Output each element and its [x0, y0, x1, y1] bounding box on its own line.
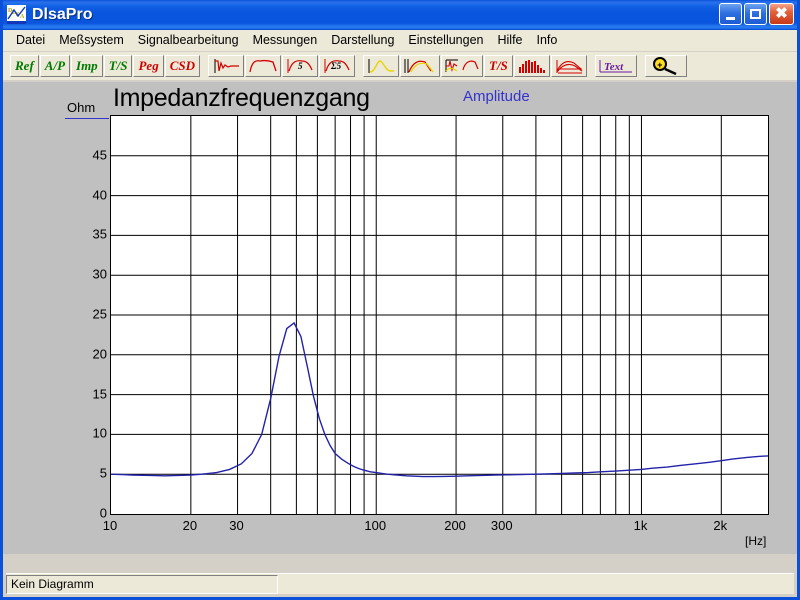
y-tick-label: 45 [92, 147, 107, 163]
ref-button[interactable]: Ref [10, 55, 39, 77]
smoothing-5-icon[interactable]: 5 [282, 55, 318, 77]
x-tick-label: 100 [364, 518, 387, 533]
title-bar: D L S A DlsaPro ✖ [3, 0, 797, 30]
svg-text:5: 5 [298, 61, 303, 71]
frequency-response-icon[interactable] [245, 55, 281, 77]
waterfall-icon[interactable] [550, 55, 587, 77]
window-title: DlsaPro [32, 5, 93, 23]
window-controls: ✖ [719, 3, 794, 25]
dlsa-logo-icon: D L S A [7, 5, 26, 24]
single-curve-yellow-icon[interactable] [363, 55, 399, 77]
application-window: D L S A DlsaPro ✖ Datei Meßsystem Signal… [0, 0, 800, 600]
x-tick-label: 300 [490, 518, 513, 533]
y-tick-label: 30 [92, 266, 107, 282]
y-tick-label: 35 [92, 226, 107, 242]
x-tick-label: 30 [229, 518, 244, 533]
amplitude-series [111, 321, 768, 478]
peg-button[interactable]: Peg [133, 55, 164, 77]
bar-spectrum-icon[interactable] [513, 55, 550, 77]
svg-text:Text: Text [604, 61, 624, 73]
impulse-response-icon[interactable] [208, 55, 244, 77]
menu-item-info[interactable]: Info [530, 31, 565, 50]
csd-button[interactable]: CSD [164, 55, 200, 77]
zoom-icon[interactable]: + [644, 55, 687, 77]
svg-text:A: A [20, 14, 25, 20]
close-button[interactable]: ✖ [769, 3, 794, 25]
maximize-icon [750, 9, 761, 19]
y-tick-label: 40 [92, 187, 107, 203]
x-tick-label: 20 [182, 518, 198, 533]
ts-button[interactable]: T/S [103, 55, 133, 77]
menu-item-einstellungen[interactable]: Einstellungen [401, 31, 490, 50]
minimize-icon [726, 17, 735, 20]
impedance-curve [111, 116, 768, 514]
y-axis-unit-label: Ohm [67, 100, 96, 115]
x-axis-tick-labels: 10 20 30 100 200 300 1k 2k [103, 518, 770, 536]
text-icon[interactable]: Text [594, 55, 637, 77]
multi-curve-icon[interactable] [400, 55, 440, 77]
x-tick-label: 10 [102, 518, 118, 533]
chart-legend-amplitude: Amplitude [463, 88, 530, 105]
chart-title: Impedanzfrequenzgang [113, 84, 370, 112]
sum-smoothing-5-icon[interactable]: Σ5 [319, 55, 355, 77]
plot-canvas[interactable] [110, 115, 769, 515]
minimize-button[interactable] [719, 3, 742, 25]
y-tick-label: 15 [92, 386, 107, 402]
ap-button[interactable]: A/P [39, 55, 71, 77]
menu-item-signalbearbeitung[interactable]: Signalbearbeitung [131, 31, 246, 50]
y-tick-label: 25 [92, 306, 107, 322]
status-filler [278, 575, 794, 594]
menu-item-hilfe[interactable]: Hilfe [490, 31, 529, 50]
x-tick-label: 1k [633, 518, 648, 533]
menu-item-datei[interactable]: Datei [9, 31, 52, 50]
x-axis-unit-label: [Hz] [745, 534, 767, 548]
toolbar: Ref A/P Imp T/S Peg CSD 5 Σ5 T/S Text + [3, 52, 797, 82]
close-icon: ✖ [775, 4, 788, 22]
status-message: Kein Diagramm [6, 574, 278, 594]
impulse-and-response-icon[interactable] [441, 55, 483, 77]
y-tick-label: 5 [99, 465, 107, 481]
y-tick-label: 10 [92, 425, 107, 441]
status-bar: Kein Diagramm [6, 573, 794, 594]
svg-text:+: + [657, 60, 663, 70]
maximize-button[interactable] [744, 3, 767, 25]
ts-parameters-icon[interactable]: T/S [484, 55, 513, 77]
svg-text:Σ5: Σ5 [330, 61, 342, 71]
x-tick-label: 2k [713, 518, 728, 533]
imp-button[interactable]: Imp [71, 55, 103, 77]
menu-item-darstellung[interactable]: Darstellung [324, 31, 401, 50]
menu-item-messungen[interactable]: Messungen [246, 31, 325, 50]
menu-bar: Datei Meßsystem Signalbearbeitung Messun… [3, 30, 797, 52]
x-tick-label: 200 [444, 518, 466, 533]
y-tick-label: 20 [92, 346, 107, 362]
y-axis-tick-labels: 0 5 10 15 20 25 30 35 40 45 [67, 115, 107, 520]
menu-item-messsystem[interactable]: Meßsystem [52, 31, 131, 50]
chart-area: Impedanzfrequenzgang Amplitude Ohm 0 5 10 1… [3, 82, 797, 554]
